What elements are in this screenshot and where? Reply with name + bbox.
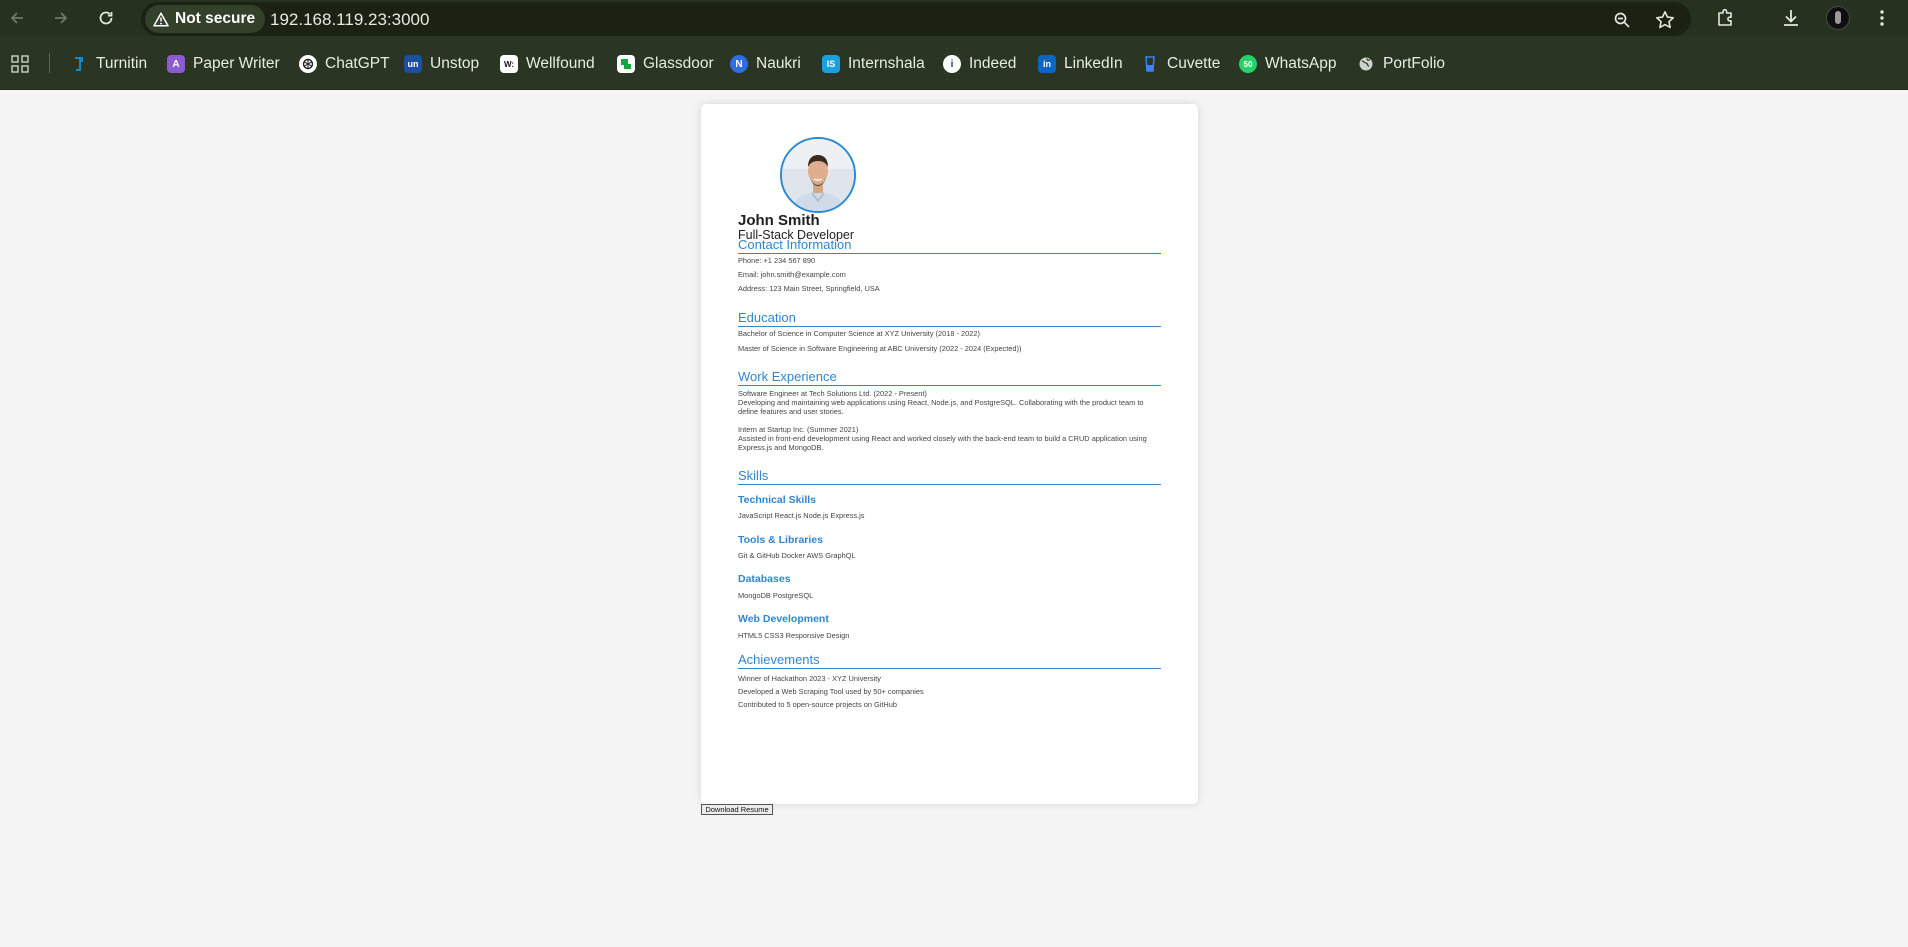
bookmark-portfolio[interactable]: PortFolio [1357, 52, 1445, 76]
profile-avatar[interactable] [1826, 6, 1850, 30]
zoom-icon [1614, 12, 1630, 28]
bookmark-indeed[interactable]: i Indeed [943, 52, 1016, 76]
bookmark-label: Wellfound [526, 55, 595, 72]
bookmarks-bar: Turnitin A Paper Writer ChatGPT un Unsto… [0, 36, 1908, 90]
bookmark-internshala[interactable]: IS Internshala [822, 52, 925, 76]
achievements-heading: Achievements [738, 652, 1161, 669]
bookmark-chatgpt[interactable]: ChatGPT [299, 52, 390, 76]
extensions-button[interactable] [1713, 6, 1737, 30]
internshala-icon: IS [822, 55, 840, 73]
kebab-menu-icon [1880, 10, 1884, 26]
skill-group-items: MongoDB PostgreSQL [738, 591, 814, 600]
reload-icon [99, 11, 113, 25]
experience-title: Software Engineer at Tech Solutions Ltd.… [738, 389, 927, 398]
bookmark-cuvette[interactable]: Cuvette [1141, 52, 1220, 76]
experience-title: Intern at Startup Inc. (Summer 2021) [738, 425, 859, 434]
linkedin-icon: in [1038, 55, 1056, 73]
skill-group-title: Databases [738, 573, 791, 585]
arrow-right-icon [55, 12, 68, 24]
unstop-icon: un [404, 55, 422, 73]
address-bar[interactable]: Not secure 192.168.119.23:3000 [141, 2, 1691, 36]
skill-group-items: JavaScript React.js Node.js Express.js [738, 511, 865, 520]
bookmark-label: Indeed [969, 55, 1017, 72]
skill-group-title: Web Development [738, 613, 829, 625]
bookmarks-divider [49, 53, 50, 73]
experience-description: Developing and maintaining web applicati… [738, 398, 1144, 416]
bookmark-turnitin[interactable]: Turnitin [70, 52, 147, 76]
bookmark-whatsapp[interactable]: 50 WhatsApp [1239, 52, 1337, 76]
paper-writer-icon: A [167, 55, 185, 73]
bookmark-label: Glassdoor [643, 55, 714, 72]
security-label: Not secure [175, 10, 256, 27]
bookmark-label: Cuvette [1167, 55, 1221, 72]
naukri-icon: N [730, 55, 748, 73]
skill-group-title: Tools & Libraries [738, 534, 823, 546]
resume-card: John Smith Full-Stack Developer Contact … [701, 104, 1198, 804]
wellfound-icon: W: [500, 55, 518, 73]
security-chip[interactable]: Not secure [145, 5, 266, 33]
bookmark-label: Turnitin [96, 55, 148, 72]
glassdoor-icon [617, 55, 635, 73]
skill-group-items: HTML5 CSS3 Responsive Design [738, 631, 850, 640]
bookmark-label: Unstop [430, 55, 480, 72]
experience-heading: Work Experience [738, 369, 1161, 386]
bookmark-glassdoor[interactable]: Glassdoor [617, 52, 714, 76]
achievement-item: Contributed to 5 open-source projects on… [738, 700, 897, 709]
bookmark-paper-writer[interactable]: A Paper Writer [167, 52, 280, 76]
bookmark-label: LinkedIn [1064, 55, 1123, 72]
whatsapp-icon: 50 [1239, 55, 1257, 73]
skill-group-items: Git & GitHub Docker AWS GraphQL [738, 551, 856, 560]
bookmark-label: Naukri [756, 55, 801, 72]
resume-name: John Smith [738, 212, 820, 229]
menu-button[interactable] [1870, 6, 1894, 30]
warning-icon [153, 11, 169, 27]
bookmark-star-button[interactable] [1654, 9, 1676, 31]
bookmark-label: Paper Writer [193, 55, 280, 72]
downloads-button[interactable] [1779, 6, 1803, 30]
bookmark-label: WhatsApp [1265, 55, 1337, 72]
skills-heading: Skills [738, 468, 1161, 485]
page-viewport: John Smith Full-Stack Developer Contact … [0, 90, 1908, 947]
turnitin-icon [70, 55, 88, 73]
download-resume-button[interactable]: Download Resume [701, 804, 773, 815]
experience-description: Assisted in front-end development using … [738, 434, 1147, 452]
zoom-button[interactable] [1611, 9, 1633, 31]
education-item: Master of Science in Software Engineerin… [738, 344, 1022, 353]
back-button[interactable] [5, 6, 29, 30]
bookmark-label: ChatGPT [325, 55, 390, 72]
url-text[interactable]: 192.168.119.23:3000 [270, 10, 429, 30]
browser-toolbar: Not secure 192.168.119.23:3000 [0, 0, 1908, 36]
reload-button[interactable] [94, 6, 118, 30]
download-icon [1784, 10, 1798, 26]
contact-phone: Phone: +1 234 567 890 [738, 256, 816, 265]
apps-grid-icon[interactable] [11, 55, 29, 73]
bookmark-naukri[interactable]: N Naukri [730, 52, 801, 76]
education-item: Bachelor of Science in Computer Science … [738, 329, 980, 338]
bookmark-unstop[interactable]: un Unstop [404, 52, 479, 76]
forward-button[interactable] [49, 6, 73, 30]
bookmark-wellfound[interactable]: W: Wellfound [500, 52, 595, 76]
achievement-item: Winner of Hackathon 2023 - XYZ Universit… [738, 674, 881, 683]
contact-heading: Contact Information [738, 237, 1161, 254]
cuvette-icon [1141, 55, 1159, 73]
star-icon [1656, 11, 1674, 29]
contact-address: Address: 123 Main Street, Springfield, U… [738, 284, 880, 293]
bookmark-label: Internshala [848, 55, 925, 72]
chatgpt-icon [299, 55, 317, 73]
arrow-left-icon [10, 12, 23, 24]
bookmark-linkedin[interactable]: in LinkedIn [1038, 52, 1123, 76]
contact-email: Email: john.smith@example.com [738, 270, 846, 279]
indeed-icon: i [943, 55, 961, 73]
skill-group-title: Technical Skills [738, 494, 817, 506]
profile-photo [780, 137, 856, 213]
achievement-item: Developed a Web Scraping Tool used by 50… [738, 687, 924, 696]
education-heading: Education [738, 310, 1161, 327]
bookmark-label: PortFolio [1383, 55, 1446, 72]
globe-icon [1357, 55, 1375, 73]
puzzle-icon [1718, 8, 1732, 26]
